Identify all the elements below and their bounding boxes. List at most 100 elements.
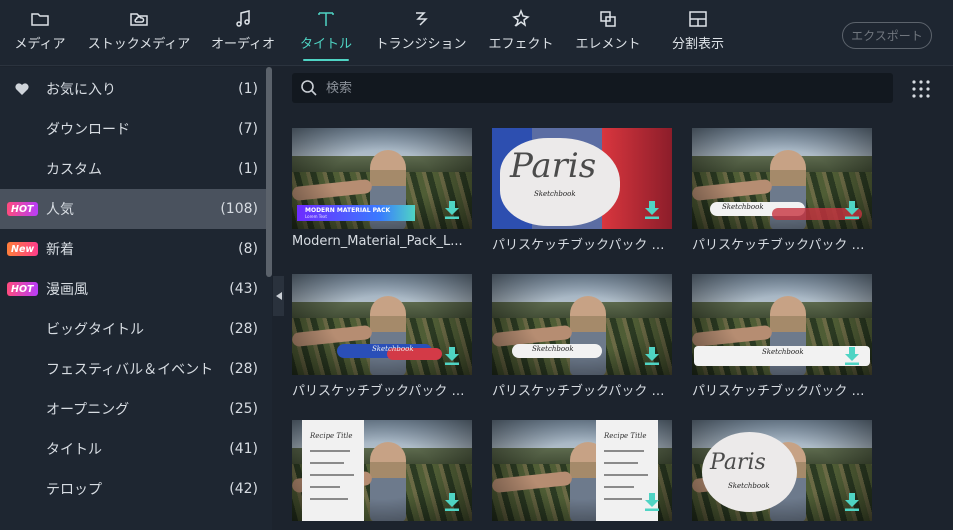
folder-icon [29,8,51,30]
tab-effects[interactable]: エフェクト [489,0,554,66]
tab-media-label: メディア [14,37,66,52]
split-screen-icon [687,8,709,30]
overlay-sub-text: Sketchbook [534,190,576,198]
sidebar-item-count: (108) [220,201,258,217]
sidebar-item-new[interactable]: New 新着 (8) [0,229,266,269]
card-thumbnail[interactable]: Sketchbook [492,274,672,375]
title-card[interactable]: MODERN MATERIAL PACK Lorem Text Modern_M… [292,128,472,249]
tab-elements-label: エレメント [575,37,641,52]
card-thumbnail[interactable]: MODERN MATERIAL PACK Lorem Text [292,128,472,229]
card-title: パリスケッチブックパック ローワ... [692,238,872,253]
sidebar-scrollbar[interactable] [266,67,272,277]
cloud-folder-icon [128,8,150,30]
sidebar-item-count: (28) [229,361,258,377]
title-card[interactable]: Sketchbook パリスケッチブックパック ローワ... [692,128,872,253]
sidebar-item-festival[interactable]: フェスティバル＆イベント (28) [0,349,266,389]
hot-badge: HOT [7,282,38,296]
title-card[interactable]: Recipe Title [292,420,472,521]
sidebar-item-popular[interactable]: HOT 人気 (108) [0,189,266,229]
search-box[interactable] [292,73,893,103]
collapse-sidebar-handle[interactable] [273,276,284,316]
sidebar-item-custom[interactable]: カスタム (1) [0,149,266,189]
card-thumbnail[interactable]: Recipe Title [292,420,472,521]
card-thumbnail[interactable]: Sketchbook [292,274,472,375]
title-overlay-preview: MODERN MATERIAL PACK Lorem Text [297,205,415,221]
card-thumbnail[interactable]: Sketchbook [692,274,872,375]
overlay-sub-text: Sketchbook [728,482,770,490]
sidebar-item-label: カスタム [46,162,102,178]
download-icon[interactable] [444,347,460,365]
download-icon[interactable] [844,493,860,511]
card-title: Modern_Material_Pack_L... [292,234,463,249]
tab-effects-label: エフェクト [488,37,554,52]
tab-titles[interactable]: タイトル [300,0,353,66]
download-icon[interactable] [844,201,860,219]
tab-transitions-label: トランジション [375,37,467,52]
sidebar-item-count: (42) [229,481,258,497]
title-card[interactable]: Paris Sketchbook [692,420,872,521]
title-card[interactable]: Recipe Title [492,420,672,521]
sidebar-item-label: 漫画風 [46,282,88,298]
music-note-icon [232,8,254,30]
sidebar-item-manga[interactable]: HOT 漫画風 (43) [0,269,266,309]
tab-titles-label: タイトル [300,37,353,52]
title-card[interactable]: Sketchbook パリスケッチブックパック ローワ... [492,274,672,399]
title-card[interactable]: Sketchbook パリスケッチブックパック ローワ... [692,274,872,399]
card-thumbnail[interactable]: Recipe Title [492,420,672,521]
download-icon[interactable] [444,201,460,219]
sidebar-item-label: お気に入り [46,82,116,98]
sidebar-item-count: (41) [229,441,258,457]
sidebar-item-count: (8) [238,241,258,257]
chevron-left-icon [275,292,282,300]
tab-stock-media[interactable]: ストックメディア [88,0,190,66]
download-icon[interactable] [644,201,660,219]
sidebar-item-label: フェスティバル＆イベント [46,362,214,378]
tab-stock-media-label: ストックメディア [87,37,191,52]
overlay-title-text: Paris [510,146,597,186]
search-icon [301,80,317,96]
sidebar-item-opening[interactable]: オープニング (25) [0,389,266,429]
tab-transitions[interactable]: トランジション [376,0,467,66]
tab-media[interactable]: メディア [14,0,66,66]
sidebar-item-count: (28) [229,321,258,337]
export-button[interactable]: エクスポート [842,22,932,49]
sidebar-item-count: (7) [238,121,258,137]
card-title: パリスケッチブックパック タイト... [492,238,672,253]
overlay-sub-text: Lorem Text [305,214,327,219]
tab-audio[interactable]: オーディオ [211,0,275,66]
overlay-title-text: Sketchbook [372,345,414,353]
sidebar-item-count: (1) [238,81,258,97]
sidebar-item-downloads[interactable]: ダウンロード (7) [0,109,266,149]
overlay-title-text: MODERN MATERIAL PACK [305,207,391,214]
download-icon[interactable] [644,493,660,511]
download-icon[interactable] [644,347,660,365]
card-thumbnail[interactable]: Paris Sketchbook [692,420,872,521]
title-browser-window: メディア ストックメディア オーディオ タイトル トランジション エフェクト エ… [0,0,953,530]
download-icon[interactable] [844,347,860,365]
sidebar-item-telop[interactable]: テロップ (42) [0,469,266,509]
overlay-title-text: Recipe Title [604,432,647,440]
sidebar-item-big-title[interactable]: ビッグタイトル (28) [0,309,266,349]
sidebar-item-label: 人気 [46,202,74,218]
sidebar-item-count: (43) [229,281,258,297]
hot-badge: HOT [7,202,38,216]
sidebar-item-favorites[interactable]: お気に入り (1) [0,69,266,109]
sidebar-item-count: (25) [229,401,258,417]
tab-split-screen[interactable]: 分割表示 [668,0,728,66]
tab-elements[interactable]: エレメント [576,0,641,66]
download-icon[interactable] [444,493,460,511]
sidebar-item-count: (1) [238,161,258,177]
title-card[interactable]: Sketchbook パリスケッチブックパック ローワ... [292,274,472,399]
title-card[interactable]: Paris Sketchbook パリスケッチブックパック タイト... [492,128,672,253]
active-tab-indicator [303,59,349,61]
top-toolbar: メディア ストックメディア オーディオ タイトル トランジション エフェクト エ… [0,0,953,66]
sidebar-item-title[interactable]: タイトル (41) [0,429,266,469]
sidebar-item-label: オープニング [46,402,130,418]
search-input[interactable] [326,80,866,96]
sidebar-item-label: テロップ [46,482,102,498]
grid-menu-icon[interactable] [911,79,931,99]
transition-icon [410,8,432,30]
card-thumbnail[interactable]: Sketchbook [692,128,872,229]
sidebar-item-label: 新着 [46,242,74,258]
card-thumbnail[interactable]: Paris Sketchbook [492,128,672,229]
